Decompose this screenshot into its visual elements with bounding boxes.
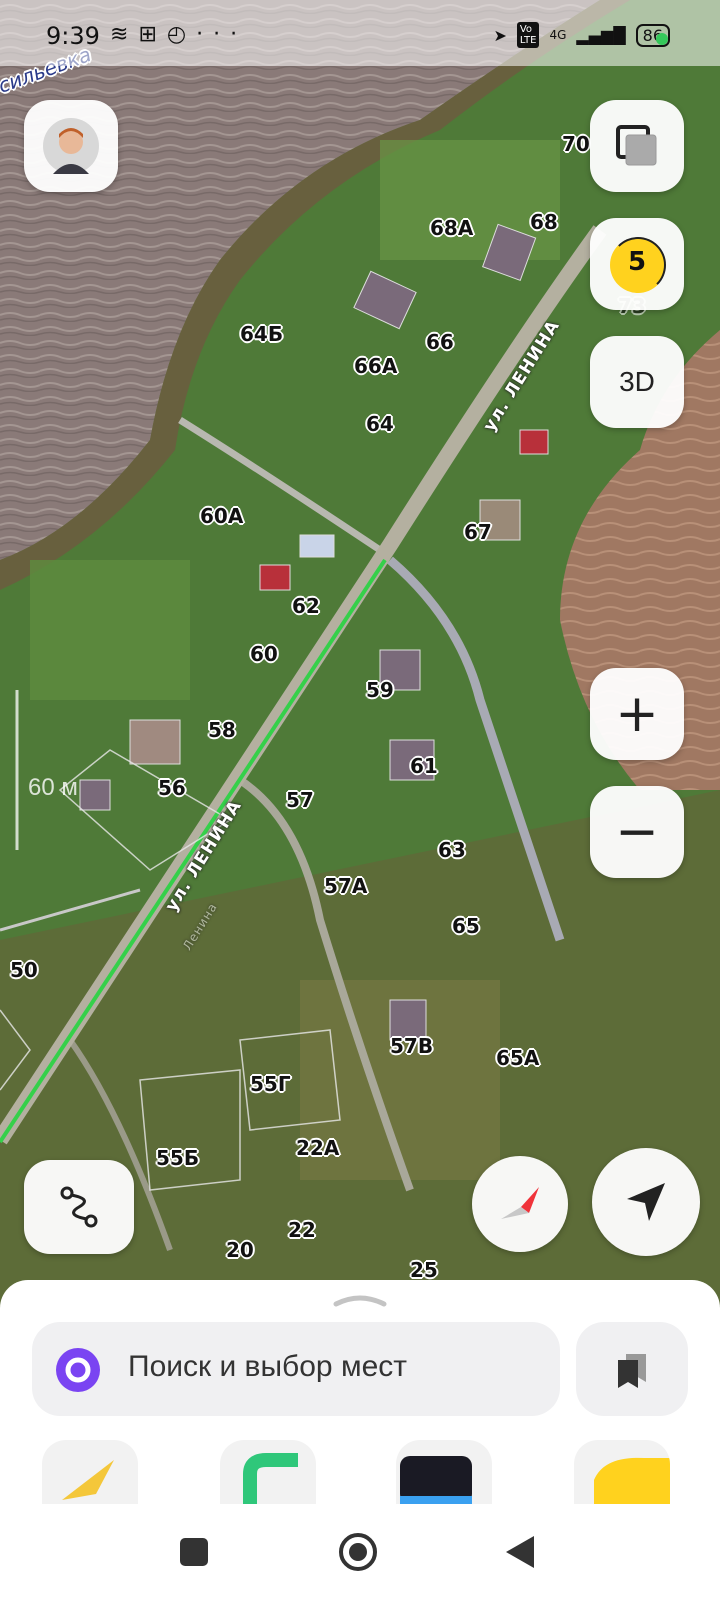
house-number: 68А xyxy=(430,216,474,240)
market-icon xyxy=(243,1453,298,1504)
view-3d-label: 3D xyxy=(619,366,655,397)
house-number: 61 xyxy=(410,754,438,778)
house-number: 57А xyxy=(324,874,368,898)
chevron-up-icon[interactable] xyxy=(332,1290,388,1310)
house-number: 59 xyxy=(366,678,394,702)
alice-icon[interactable] xyxy=(54,1346,102,1394)
profile-button[interactable] xyxy=(24,100,118,192)
traffic-icon: 5 xyxy=(610,237,666,293)
house-number: 66 xyxy=(426,330,454,354)
check-circle-icon: ◴ xyxy=(166,22,197,47)
house-number: 55Г xyxy=(250,1072,291,1096)
house-number: 67 xyxy=(464,520,492,544)
compass-button[interactable] xyxy=(472,1156,568,1252)
house-number: 66А xyxy=(354,354,398,378)
house-number: 62 xyxy=(292,594,320,618)
house-number: 64Б xyxy=(240,322,284,346)
house-number: 57 xyxy=(286,788,314,812)
route-icon xyxy=(60,1186,98,1228)
house-number: 22 xyxy=(288,1218,316,1242)
status-time: 9:39 xyxy=(46,22,100,50)
layers-icon xyxy=(616,125,657,166)
house-number: 68 xyxy=(530,210,558,234)
market-app-tile[interactable] xyxy=(220,1440,316,1504)
traffic-level: 5 xyxy=(627,247,647,277)
house-number: 64 xyxy=(366,412,394,436)
taxi-icon xyxy=(594,1457,670,1504)
house-number: 22А xyxy=(296,1136,340,1160)
house-number: 60А xyxy=(200,504,244,528)
house-number: 25 xyxy=(410,1258,438,1282)
avatar xyxy=(43,118,99,174)
navigator-icon xyxy=(62,1460,114,1500)
house-number: 55Б xyxy=(156,1146,200,1170)
route-button[interactable] xyxy=(24,1160,134,1254)
system-nav-bar xyxy=(0,1512,720,1600)
signal-icon: ▂▄▆█ xyxy=(576,25,626,45)
layers-button[interactable] xyxy=(590,100,684,192)
location-arrow-icon xyxy=(627,1183,665,1221)
status-right: ➤ Vo LTE 4G ▂▄▆█ 86 xyxy=(493,22,670,48)
bookmarks-button[interactable] xyxy=(576,1322,688,1416)
house-number: 58 xyxy=(208,718,236,742)
home-button[interactable] xyxy=(338,1532,378,1572)
traffic-button[interactable]: 5 xyxy=(590,218,684,310)
my-location-button[interactable] xyxy=(592,1148,700,1256)
location-arrow-icon: ➤ xyxy=(493,25,507,45)
navigator-app-tile[interactable] xyxy=(42,1440,138,1504)
house-number: 60 xyxy=(250,642,278,666)
network-label: 4G xyxy=(549,28,567,42)
zoom-in-button[interactable]: + xyxy=(590,668,684,760)
status-bar: 9:39 ≋⊞◴··· ➤ Vo LTE 4G ▂▄▆█ 86 xyxy=(0,0,720,66)
house-number: 65А xyxy=(496,1046,540,1070)
house-number: 57В xyxy=(390,1034,434,1058)
status-icons: ≋⊞◴··· xyxy=(110,22,247,47)
search-placeholder[interactable]: Поиск и выбор мест xyxy=(128,1350,407,1384)
view-3d-button[interactable]: 3D xyxy=(590,336,684,428)
house-number: 65 xyxy=(452,914,480,938)
gift-icon: ⊞ xyxy=(138,22,167,47)
house-number: 63 xyxy=(438,838,466,862)
recents-button[interactable] xyxy=(178,1536,210,1568)
transport-icon xyxy=(400,1456,472,1504)
layers-icon: ≋ xyxy=(110,22,139,47)
plus-icon: + xyxy=(615,684,659,744)
transport-app-tile[interactable] xyxy=(396,1440,492,1504)
more-icon: ··· xyxy=(196,22,248,47)
taxi-app-tile[interactable] xyxy=(574,1440,670,1504)
zoom-out-button[interactable]: − xyxy=(590,786,684,878)
compass-icon xyxy=(501,1187,539,1219)
scale-label: 60 м xyxy=(28,774,78,801)
house-number: 20 xyxy=(226,1238,254,1262)
minus-icon: − xyxy=(615,802,659,862)
back-button[interactable] xyxy=(504,1534,536,1570)
bookmarks-icon xyxy=(618,1354,646,1388)
volte-icon: Vo LTE xyxy=(516,22,540,48)
house-number: 56 xyxy=(158,776,186,800)
house-number: 50 xyxy=(10,958,38,982)
notification-dot xyxy=(656,33,668,45)
house-number: 70 xyxy=(562,132,590,156)
